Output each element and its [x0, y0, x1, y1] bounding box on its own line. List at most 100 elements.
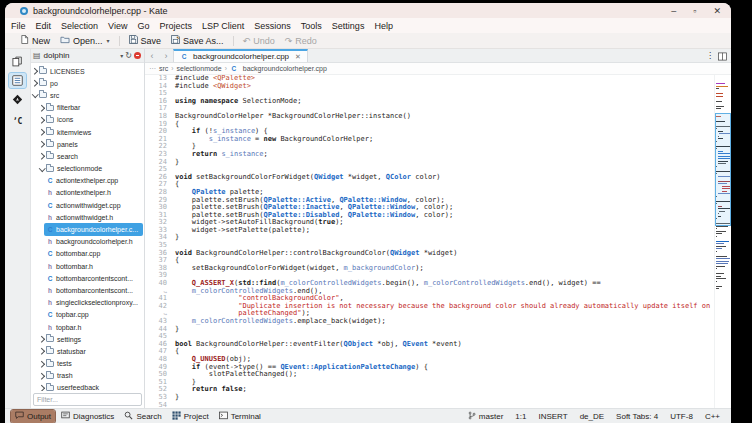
redo-button[interactable]: ↷Redo — [280, 34, 322, 48]
new-button[interactable]: New — [15, 34, 55, 48]
chevron-down-icon[interactable]: ▾ — [120, 52, 123, 59]
breadcrumb-overflow-icon[interactable]: ⋯ — [149, 65, 156, 73]
dock-documents-button[interactable] — [9, 54, 26, 69]
menu-settings[interactable]: Settings — [327, 21, 370, 31]
filter-input[interactable]: Filter... — [33, 393, 142, 406]
breadcrumb-item[interactable]: backgroundcolorhelper.cpp — [243, 65, 327, 72]
tree-item-actionwithwidget-h[interactable]: hactionwithwidget.h — [31, 211, 144, 223]
minimize-button[interactable]: – — [671, 7, 676, 15]
chevron-collapsed-icon[interactable] — [39, 117, 45, 123]
code-view[interactable]: 13#include <QPalette>14#include <QWidget… — [145, 75, 731, 408]
chevron-collapsed-icon[interactable] — [39, 105, 45, 111]
tree-item-src[interactable]: src — [31, 89, 144, 101]
statusbar-insert-indicator[interactable]: INSERT — [538, 412, 567, 421]
open-button[interactable]: Open...▾ — [55, 34, 115, 48]
menu-lsp-client[interactable]: LSP Client — [197, 21, 249, 31]
statusbar-master-indicator[interactable]: master — [468, 411, 503, 422]
tree-item-settings[interactable]: settings — [31, 333, 144, 345]
minimap-view-rect[interactable] — [715, 113, 731, 226]
menu-projects[interactable]: Projects — [154, 21, 197, 31]
tree-item-panels[interactable]: panels — [31, 138, 144, 150]
tree-item-actiontexthelper-cpp[interactable]: Cactiontexthelper.cpp — [31, 175, 144, 187]
nav-back-icon[interactable]: ‹ — [145, 49, 159, 62]
dock-file-tree-button[interactable] — [9, 73, 26, 88]
statusbar-c--indicator[interactable]: C++ — [705, 412, 720, 421]
refresh-icon[interactable]: ↻ — [125, 51, 132, 60]
menu-help[interactable]: Help — [369, 21, 398, 31]
tab-close-icon[interactable]: ✕ — [295, 53, 301, 61]
tab-overflow-icon[interactable]: ⋮ — [706, 51, 714, 60]
minimap-scrollbar[interactable] — [714, 75, 731, 408]
statusbar-1-1-indicator[interactable]: 1:1 — [515, 412, 526, 421]
statusbar-output-button[interactable]: Output — [11, 410, 55, 423]
tab-backgroundcolorhelper[interactable]: C backgroundcolorhelper.cpp ✕ — [173, 49, 308, 62]
tree-item-actionwithwidget-cpp[interactable]: Cactionwithwidget.cpp — [31, 199, 144, 211]
menu-selection[interactable]: Selection — [56, 21, 103, 31]
chevron-collapsed-icon[interactable] — [39, 385, 45, 391]
save-button[interactable]: Save — [124, 34, 167, 48]
project-name[interactable]: dolphin — [44, 51, 119, 60]
dock-current-project-button[interactable]: ʼC — [9, 111, 26, 126]
tree-item-bottombar-h[interactable]: hbottombar.h — [31, 260, 144, 272]
chevron-expanded-icon[interactable] — [32, 92, 38, 98]
chevron-collapsed-icon[interactable] — [39, 336, 45, 342]
undo-button[interactable]: ↶Undo — [238, 34, 280, 48]
menu-view[interactable]: View — [103, 21, 132, 31]
tree-item-bottombarcontentscont-[interactable]: Cbottombarcontentscont... — [31, 272, 144, 284]
statusbar-utf-8-indicator[interactable]: UTF-8 — [670, 412, 693, 421]
tree-item-po[interactable]: po — [31, 77, 144, 89]
titlebar[interactable]: backgroundcolorhelper.cpp - Kate –▫✕ — [5, 3, 731, 18]
chevron-collapsed-icon[interactable] — [39, 153, 45, 159]
statusbar-terminal-button[interactable]: Terminal — [215, 410, 265, 423]
tree-item-tests[interactable]: tests — [31, 358, 144, 370]
tree-item-icons[interactable]: icons — [31, 114, 144, 126]
tree-item-label: singleclickselectionproxy... — [56, 299, 138, 306]
chevron-collapsed-icon[interactable] — [39, 141, 45, 147]
tree-item-licenses[interactable]: LICENSES — [31, 65, 144, 77]
statusbar-soft-tabs-4-indicator[interactable]: Soft Tabs: 4 — [616, 412, 658, 421]
breadcrumb-item[interactable]: selectionmode — [177, 65, 222, 72]
close-button[interactable]: ✕ — [713, 7, 721, 15]
tree-item-topbar-cpp[interactable]: Ctopbar.cpp — [31, 309, 144, 321]
tree-item-selectionmode[interactable]: selectionmode — [31, 163, 144, 175]
tree-item-backgroundcolorhelper-c-[interactable]: Cbackgroundcolorhelper.c... — [31, 223, 144, 235]
chevron-collapsed-icon[interactable] — [32, 68, 38, 74]
tree-item-trash[interactable]: trash — [31, 370, 144, 382]
menu-file[interactable]: File — [6, 21, 31, 31]
chevron-collapsed-icon[interactable] — [39, 129, 45, 135]
tree-item-search[interactable]: search — [31, 150, 144, 162]
tree-item-filterbar[interactable]: filterbar — [31, 102, 144, 114]
maximize-button[interactable]: ▫ — [693, 7, 696, 15]
chevron-collapsed-icon[interactable] — [39, 361, 45, 367]
output-icon — [15, 411, 24, 422]
tree-item-bottombar-cpp[interactable]: Cbottombar.cpp — [31, 248, 144, 260]
tree-item-topbar-h[interactable]: htopbar.h — [31, 321, 144, 333]
statusbar-project-button[interactable]: Project — [168, 410, 213, 423]
menu-sessions[interactable]: Sessions — [249, 21, 296, 31]
chevron-collapsed-icon[interactable] — [32, 80, 38, 86]
tree-item-userfeedback[interactable]: userfeedback — [31, 382, 144, 391]
menu-tools[interactable]: Tools — [296, 21, 327, 31]
statusbar-diagnostics-button[interactable]: Diagnostics — [57, 410, 118, 423]
tree-item-bottombarcontentscont-[interactable]: hbottombarcontentscont... — [31, 284, 144, 296]
statusbar-de-de-indicator[interactable]: de_DE — [580, 412, 604, 421]
tree-item-kitemviews[interactable]: kitemviews — [31, 126, 144, 138]
breadcrumb-item[interactable]: src — [159, 65, 168, 72]
nav-forward-icon[interactable]: › — [159, 49, 173, 62]
save-as-button[interactable]: Save As... — [166, 34, 229, 48]
menu-go[interactable]: Go — [132, 21, 154, 31]
menu-edit[interactable]: Edit — [31, 21, 57, 31]
tree-item-actiontexthelper-h[interactable]: hactiontexthelper.h — [31, 187, 144, 199]
statusbar-search-button[interactable]: Search — [120, 410, 165, 423]
tree-item-backgroundcolorhelper-h[interactable]: hbackgroundcolorhelper.h — [31, 236, 144, 248]
chevron-expanded-icon[interactable] — [39, 166, 45, 172]
split-view-icon[interactable] — [718, 47, 727, 65]
dock-git-button[interactable] — [9, 92, 26, 107]
cpp-file-icon: C — [46, 226, 54, 233]
chevron-collapsed-icon[interactable] — [39, 348, 45, 354]
tree-item-singleclickselectionproxy-[interactable]: hsingleclickselectionproxy... — [31, 297, 144, 309]
stop-icon[interactable] — [134, 52, 141, 59]
minimap-line — [716, 278, 726, 279]
chevron-collapsed-icon[interactable] — [39, 373, 45, 379]
tree-item-statusbar[interactable]: statusbar — [31, 345, 144, 357]
